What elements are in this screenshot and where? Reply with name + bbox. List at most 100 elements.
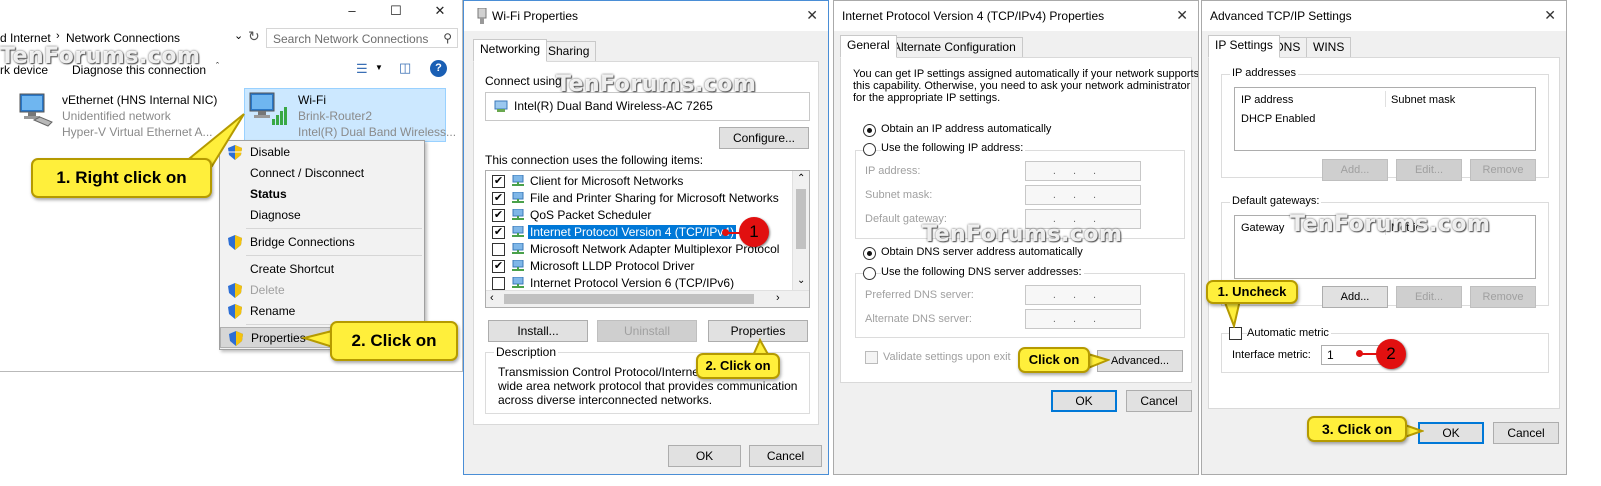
scroll-left-icon[interactable]: ‹ [490,292,494,304]
breadcrumb-internet[interactable]: d Internet [0,31,51,45]
ok-button[interactable]: OK [1418,422,1484,444]
tab-ip-settings[interactable]: IP Settings [1208,35,1280,58]
close-icon[interactable]: ✕ [1176,7,1188,24]
callout-click-advanced: Click on [1018,347,1090,373]
refresh-icon[interactable]: ↻ [248,28,260,45]
component-label: Microsoft Network Adapter Multiplexor Pr… [530,242,780,256]
menu-item-label: Bridge Connections [250,235,355,249]
view-dropdown-icon[interactable]: ▼ [375,63,383,72]
network-card-icon [494,100,508,112]
remove-gateway-button: Remove [1470,286,1536,308]
scroll-up-icon[interactable]: ⌃ [797,173,805,184]
install-button[interactable]: Install... [488,320,588,342]
component-checkbox[interactable]: ✔ [492,226,505,239]
component-checkbox[interactable]: ✔ [492,260,505,273]
description-line: across diverse interconnected networks. [498,393,713,407]
column-ip-address[interactable]: IP address [1241,94,1293,106]
menu-item-connect-disconnect[interactable]: Connect / Disconnect [220,163,426,184]
menu-item-label: Properties [251,331,306,345]
breadcrumb-network-connections[interactable]: Network Connections [66,31,180,45]
chevron-up-icon[interactable]: ˆ [216,61,219,71]
adapter-name[interactable]: vEthernet (HNS Internal NIC) [62,93,217,107]
ip-addresses-label: IP addresses [1230,67,1299,79]
menu-item-bridge-connections[interactable]: Bridge Connections [220,232,426,253]
tab-alternate-configuration[interactable]: Alternate Configuration [886,37,1023,58]
wifi-adapter-icon [249,92,287,125]
list-item[interactable]: ✔ Client for Microsoft Networks [486,173,792,190]
minimize-button[interactable]: – [330,0,374,22]
callout-uncheck: 1. Uncheck [1206,280,1298,304]
ok-button[interactable]: OK [668,445,741,467]
scroll-thumb[interactable] [796,189,806,249]
chevron-down-icon[interactable]: ⌄ [234,29,243,42]
search-input[interactable]: Search Network Connections ⚲ [266,28,458,48]
close-button[interactable]: ✕ [418,0,462,22]
tab-sharing[interactable]: Sharing [541,41,597,62]
close-icon[interactable]: ✕ [806,7,818,24]
cancel-button[interactable]: Cancel [1493,422,1559,444]
maximize-button[interactable]: ☐ [374,0,418,22]
tab-networking[interactable]: Networking [473,39,548,62]
menu-item-disable[interactable]: Disable [220,142,426,163]
automatic-metric-checkbox[interactable] [1229,327,1242,340]
cancel-button[interactable]: Cancel [1126,390,1192,412]
help-icon[interactable]: ? [430,60,447,77]
close-icon[interactable]: ✕ [1544,7,1556,24]
items-label: This connection uses the following items… [485,153,704,167]
dialog-title: Internet Protocol Version 4 (TCP/IPv4) P… [842,9,1105,23]
vertical-scrollbar[interactable]: ⌃ ⌄ [792,171,809,291]
component-checkbox[interactable]: ✔ [492,209,505,222]
obtain-ip-radio[interactable] [863,124,876,137]
menu-item-status[interactable]: Status [220,184,426,205]
uac-shield-icon [228,304,242,319]
dialog-title: Advanced TCP/IP Settings [1210,9,1352,23]
component-checkbox[interactable] [492,243,505,256]
intro-line: this capability. Otherwise, you need to … [853,80,1191,92]
list-item[interactable]: ✔ Microsoft LLDP Protocol Driver [486,258,792,275]
list-item[interactable]: DHCP Enabled [1241,113,1315,125]
description-label: Description [494,345,559,359]
search-icon[interactable]: ⚲ [443,31,452,45]
component-checkbox[interactable]: ✔ [492,192,505,205]
menu-item-create-shortcut[interactable]: Create Shortcut [220,259,426,280]
component-label: File and Printer Sharing for Microsoft N… [530,191,779,205]
ip-address-list[interactable]: IP address Subnet mask DHCP Enabled [1234,87,1536,151]
ip-address-field: ... [1025,161,1141,181]
component-checkbox[interactable] [492,277,505,290]
obtain-dns-label: Obtain DNS server address automatically [881,246,1083,258]
preferred-dns-label: Preferred DNS server: [865,289,974,301]
menu-item-diagnose[interactable]: Diagnose [220,205,426,226]
scroll-thumb[interactable] [504,294,754,304]
list-item[interactable]: ✔ File and Printer Sharing for Microsoft … [486,190,792,207]
component-checkbox[interactable]: ✔ [492,175,505,188]
scroll-down-icon[interactable]: ⌄ [797,275,805,286]
title-bar: Advanced TCP/IP Settings ✕ [1202,1,1566,31]
tab-general[interactable]: General [840,35,897,58]
scroll-right-icon[interactable]: › [776,292,780,304]
menu-item-rename[interactable]: Rename [220,301,426,322]
view-options-icon[interactable]: ☰ [356,61,368,77]
interface-metric-value: 1 [1327,348,1334,362]
cancel-button[interactable]: Cancel [749,445,822,467]
horizontal-scrollbar[interactable]: ‹ › [486,290,809,307]
ethernet-adapter-icon [19,93,53,127]
column-gateway[interactable]: Gateway [1241,222,1284,234]
add-ip-button: Add... [1322,159,1388,181]
network-component-icon [512,192,524,203]
menu-item-label: Create Shortcut [250,262,335,276]
use-dns-radio[interactable] [863,267,876,280]
obtain-dns-radio[interactable] [863,247,876,260]
column-subnet-mask[interactable]: Subnet mask [1391,94,1455,106]
use-ip-radio[interactable] [863,143,876,156]
description-line: wide area network protocol that provides… [498,379,798,393]
tab-wins[interactable]: WINS [1306,37,1352,58]
component-label: QoS Packet Scheduler [530,208,652,222]
menu-item-label: Diagnose [250,208,301,222]
preview-pane-icon[interactable]: ◫ [399,60,411,76]
network-component-icon [512,243,524,254]
component-label: Internet Protocol Version 4 (TCP/IPv4) [528,225,737,239]
configure-button[interactable]: Configure... [719,127,809,149]
ok-button[interactable]: OK [1051,390,1117,412]
context-menu: Disable Connect / Disconnect Status Diag… [219,140,426,350]
add-gateway-button[interactable]: Add... [1322,286,1388,308]
